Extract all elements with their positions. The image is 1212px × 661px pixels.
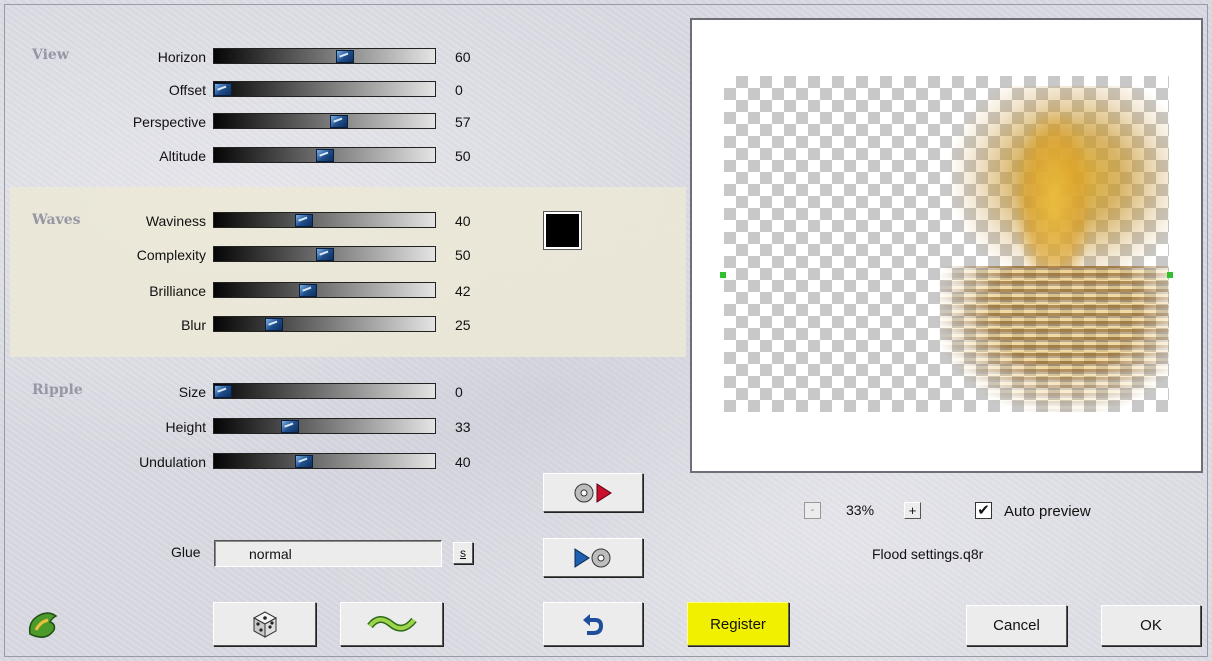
slider-value: 33 bbox=[455, 419, 471, 435]
slider-value: 0 bbox=[455, 384, 463, 400]
slider-row-size: Size 0 bbox=[0, 380, 520, 404]
flood-logo-icon bbox=[28, 612, 58, 638]
slider-label: Horizon bbox=[157, 49, 206, 65]
slider-row-waviness: Waviness 40 bbox=[0, 209, 520, 233]
save-settings-icon bbox=[574, 547, 611, 568]
undo-arrow-icon bbox=[583, 614, 604, 635]
horizon-marker-right[interactable] bbox=[1167, 272, 1173, 278]
load-settings-button[interactable] bbox=[543, 473, 643, 512]
slider-label: Complexity bbox=[136, 247, 206, 263]
preview-water-reflection bbox=[939, 266, 1169, 412]
slider-row-offset: Offset 0 bbox=[0, 78, 520, 102]
slider-value: 60 bbox=[455, 49, 471, 65]
slider-row-complexity: Complexity 50 bbox=[0, 243, 520, 267]
slider-row-height: Height 33 bbox=[0, 415, 520, 439]
slider-row-altitude: Altitude 50 bbox=[0, 144, 520, 168]
glue-label: Glue bbox=[171, 544, 201, 560]
slider-thumb[interactable] bbox=[280, 420, 299, 433]
slider-label: Height bbox=[165, 419, 206, 435]
slider-thumb[interactable] bbox=[295, 455, 314, 468]
horizon-marker-left[interactable] bbox=[720, 272, 726, 278]
zoom-level: 33% bbox=[846, 502, 875, 518]
glue-select[interactable]: normal bbox=[214, 540, 442, 567]
preview-pane[interactable] bbox=[690, 18, 1203, 473]
auto-preview-label[interactable]: Auto preview bbox=[1004, 503, 1091, 520]
slider-track-perspective[interactable] bbox=[213, 113, 436, 129]
zoom-in-button[interactable]: + bbox=[904, 502, 921, 519]
slider-thumb[interactable] bbox=[335, 50, 354, 63]
slider-track-brilliance[interactable] bbox=[213, 282, 436, 298]
preview-image bbox=[724, 76, 1169, 412]
slider-label: Altitude bbox=[159, 148, 206, 164]
slider-value: 40 bbox=[455, 213, 471, 229]
slider-label: Offset bbox=[168, 82, 206, 98]
save-settings-button[interactable] bbox=[543, 538, 643, 577]
slider-label: Undulation bbox=[139, 454, 206, 470]
slider-label: Perspective bbox=[132, 114, 206, 130]
slider-track-offset[interactable] bbox=[213, 81, 436, 97]
glue-options-button[interactable]: s bbox=[453, 542, 473, 564]
load-settings-icon bbox=[574, 482, 612, 503]
dice-icon bbox=[252, 611, 277, 638]
slider-row-brilliance: Brilliance 42 bbox=[0, 279, 520, 303]
slider-thumb[interactable] bbox=[315, 149, 334, 162]
slider-thumb[interactable] bbox=[214, 83, 232, 96]
slider-row-perspective: Perspective 57 bbox=[0, 110, 520, 134]
undo-button[interactable] bbox=[543, 602, 643, 646]
zoom-out-button[interactable]: - bbox=[804, 502, 821, 519]
slider-value: 50 bbox=[455, 148, 471, 164]
wave-color-swatch[interactable] bbox=[543, 211, 582, 250]
slider-row-blur: Blur 25 bbox=[0, 313, 520, 337]
ok-button[interactable]: OK bbox=[1101, 605, 1201, 646]
slider-thumb[interactable] bbox=[329, 115, 348, 128]
slider-thumb[interactable] bbox=[214, 385, 232, 398]
auto-preview-checkbox[interactable]: ✔ bbox=[975, 502, 992, 519]
reset-settings-button[interactable] bbox=[340, 602, 443, 646]
slider-label: Blur bbox=[181, 317, 206, 333]
slider-value: 40 bbox=[455, 454, 471, 470]
slider-track-altitude[interactable] bbox=[213, 147, 436, 163]
slider-label: Waviness bbox=[145, 213, 206, 229]
slider-thumb[interactable] bbox=[264, 318, 283, 331]
slider-track-undulation[interactable] bbox=[213, 453, 436, 469]
slider-track-complexity[interactable] bbox=[213, 246, 436, 262]
slider-value: 42 bbox=[455, 283, 471, 299]
settings-filename: Flood settings.q8r bbox=[872, 546, 984, 562]
slider-value: 0 bbox=[455, 82, 463, 98]
slider-value: 50 bbox=[455, 247, 471, 263]
slider-thumb[interactable] bbox=[315, 248, 334, 261]
register-button[interactable]: Register bbox=[687, 602, 789, 646]
slider-value: 57 bbox=[455, 114, 471, 130]
preview-figure bbox=[1014, 106, 1094, 266]
slider-track-horizon[interactable] bbox=[213, 48, 436, 64]
slider-row-undulation: Undulation 40 bbox=[0, 450, 520, 474]
slider-label: Brilliance bbox=[149, 283, 206, 299]
random-settings-button[interactable] bbox=[213, 602, 316, 646]
slider-thumb[interactable] bbox=[295, 214, 314, 227]
slider-value: 25 bbox=[455, 317, 471, 333]
cancel-button[interactable]: Cancel bbox=[966, 605, 1067, 646]
slider-track-waviness[interactable] bbox=[213, 212, 436, 228]
slider-row-horizon: Horizon 60 bbox=[0, 45, 520, 69]
slider-track-height[interactable] bbox=[213, 418, 436, 434]
slider-label: Size bbox=[178, 384, 206, 400]
slider-thumb[interactable] bbox=[299, 284, 318, 297]
slider-track-size[interactable] bbox=[213, 383, 436, 399]
slider-track-blur[interactable] bbox=[213, 316, 436, 332]
wave-icon bbox=[366, 616, 417, 632]
